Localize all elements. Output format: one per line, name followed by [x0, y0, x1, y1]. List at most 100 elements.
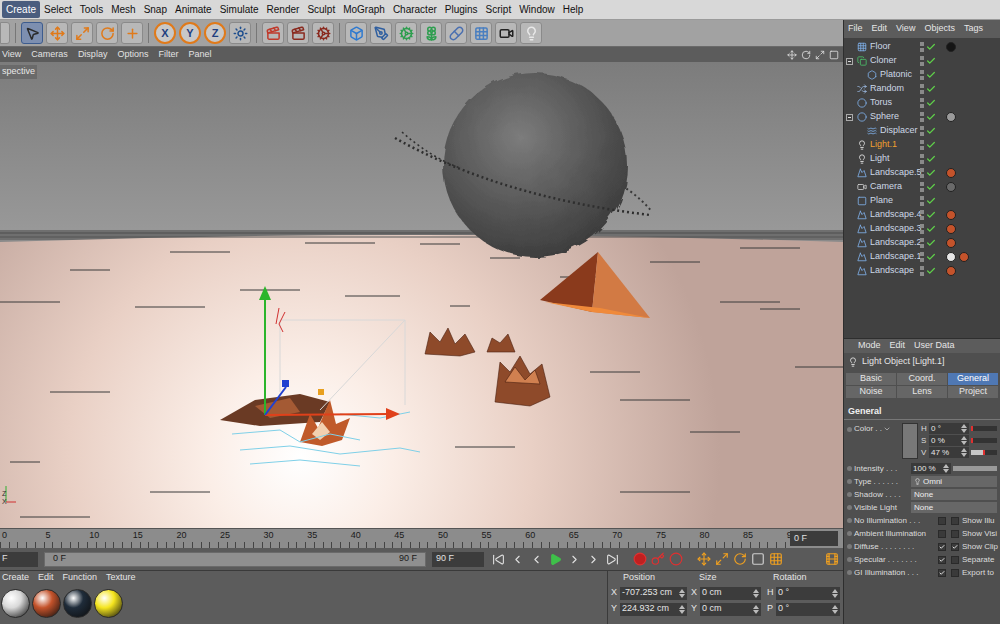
- range-slider[interactable]: 0 F90 F: [44, 552, 426, 567]
- layout-icon[interactable]: [829, 50, 839, 60]
- collapse-icon[interactable]: [846, 114, 853, 121]
- hsv-field[interactable]: 0 %: [929, 435, 969, 446]
- pen-tool-button[interactable]: [370, 22, 392, 44]
- spinner-icon[interactable]: [832, 589, 838, 598]
- object-row[interactable]: Platonic: [844, 68, 1000, 82]
- deformer-tool-button[interactable]: [445, 22, 467, 44]
- planet-sphere[interactable]: [443, 73, 627, 257]
- object-row[interactable]: Landscape: [844, 264, 1000, 278]
- enabled-toggle[interactable]: [926, 266, 938, 276]
- menu-item[interactable]: Mesh: [107, 1, 139, 18]
- render_view-tool-button[interactable]: [262, 22, 284, 44]
- play-icon[interactable]: [549, 553, 562, 566]
- hsv-slider[interactable]: [971, 438, 997, 443]
- checkbox[interactable]: [938, 530, 946, 538]
- hsv-field[interactable]: 47 %: [929, 447, 969, 458]
- menu-item[interactable]: Help: [559, 1, 588, 18]
- enabled-toggle[interactable]: [926, 168, 938, 178]
- enabled-toggle[interactable]: [926, 210, 938, 220]
- attribute-menu-item[interactable]: Edit: [890, 339, 906, 353]
- position-field[interactable]: -707.253 cm: [620, 587, 687, 600]
- spinner-icon[interactable]: [943, 464, 949, 473]
- dropdown[interactable]: None: [911, 489, 997, 500]
- material-tag[interactable]: [946, 266, 956, 276]
- end-frame-field[interactable]: 90 F: [432, 552, 484, 567]
- material-tag[interactable]: [946, 210, 956, 220]
- object-row[interactable]: Plane: [844, 194, 1000, 208]
- keyframe-selection-icon[interactable]: [669, 552, 683, 566]
- object-row[interactable]: Landscape.1: [844, 250, 1000, 264]
- object-row[interactable]: Landscape.4: [844, 208, 1000, 222]
- spinner-icon[interactable]: [679, 605, 685, 614]
- move-tool-button[interactable]: [46, 22, 68, 44]
- visibility-dots[interactable]: [920, 70, 926, 80]
- visibility-dots[interactable]: [920, 84, 926, 94]
- visibility-dots[interactable]: [920, 56, 926, 66]
- material-menu-item[interactable]: Create: [2, 571, 29, 585]
- transform-tool-button[interactable]: [121, 22, 143, 44]
- coord-tool-button[interactable]: [229, 22, 251, 44]
- viewport[interactable]: spectiveZX: [0, 62, 843, 528]
- spinner-icon[interactable]: [679, 589, 685, 598]
- visibility-dots[interactable]: [920, 182, 926, 192]
- visibility-dots[interactable]: [920, 266, 926, 276]
- object-row[interactable]: Landscape.3: [844, 222, 1000, 236]
- previous-frame-icon[interactable]: [530, 553, 543, 566]
- size-field[interactable]: 0 cm: [700, 587, 761, 600]
- visibility-dots[interactable]: [920, 112, 926, 122]
- start-frame-field[interactable]: F: [0, 552, 38, 567]
- undo-tool-button[interactable]: [0, 22, 10, 44]
- visibility-dots[interactable]: [920, 154, 926, 164]
- enabled-toggle[interactable]: [926, 154, 938, 164]
- material-tag[interactable]: [946, 42, 956, 52]
- object-row[interactable]: Light.1: [844, 138, 1000, 152]
- material-tag[interactable]: [946, 238, 956, 248]
- menu-item[interactable]: Simulate: [216, 1, 263, 18]
- cube-tool-button[interactable]: [345, 22, 367, 44]
- dropdown[interactable]: Omni: [911, 476, 997, 487]
- checkbox[interactable]: [938, 543, 946, 551]
- hsv-slider[interactable]: [971, 450, 997, 455]
- attribute-tab[interactable]: General: [948, 373, 998, 385]
- enabled-toggle[interactable]: [926, 224, 938, 234]
- viewport-menu-item[interactable]: Display: [78, 48, 108, 62]
- enabled-toggle[interactable]: [926, 56, 938, 66]
- position-key-icon[interactable]: [697, 552, 711, 566]
- material-tag[interactable]: [959, 252, 969, 262]
- material-tag[interactable]: [946, 112, 956, 122]
- viewport-menu-item[interactable]: Panel: [188, 48, 211, 62]
- subdivision-tool-button[interactable]: [420, 22, 442, 44]
- point-level-icon[interactable]: [769, 552, 783, 566]
- record-icon[interactable]: [633, 552, 647, 566]
- menu-item[interactable]: Animate: [171, 1, 216, 18]
- object-row[interactable]: Floor: [844, 40, 1000, 54]
- object-menu-item[interactable]: View: [896, 22, 915, 36]
- anim-dot[interactable]: [847, 427, 852, 432]
- checkbox[interactable]: [951, 530, 959, 538]
- material-menu-item[interactable]: Edit: [38, 571, 54, 585]
- pointer-tool-button[interactable]: [21, 22, 43, 44]
- color-mode-icon[interactable]: [883, 425, 891, 433]
- object-row[interactable]: Landscape.5: [844, 166, 1000, 180]
- anim-dot[interactable]: [847, 544, 852, 549]
- value-field[interactable]: 100 %: [911, 463, 951, 474]
- rotate-tool-button[interactable]: [96, 22, 118, 44]
- previous-key-icon[interactable]: [511, 553, 524, 566]
- spinner-icon[interactable]: [753, 589, 759, 598]
- menu-item[interactable]: Create: [2, 1, 40, 18]
- visibility-dots[interactable]: [920, 42, 926, 52]
- anim-dot[interactable]: [847, 518, 852, 523]
- scale-key-icon[interactable]: [715, 552, 729, 566]
- autokey-icon[interactable]: [651, 552, 665, 566]
- next-frame-icon[interactable]: [568, 553, 581, 566]
- visibility-dots[interactable]: [920, 224, 926, 234]
- enabled-toggle[interactable]: [926, 238, 938, 248]
- spinner-icon[interactable]: [961, 436, 967, 445]
- visibility-dots[interactable]: [920, 168, 926, 178]
- axis-lock-button[interactable]: X: [154, 22, 176, 44]
- viewport-menu-item[interactable]: Cameras: [31, 48, 68, 62]
- go-to-end-icon[interactable]: [606, 553, 619, 566]
- enabled-toggle[interactable]: [926, 252, 938, 262]
- anim-dot[interactable]: [847, 531, 852, 536]
- menu-item[interactable]: Script: [482, 1, 516, 18]
